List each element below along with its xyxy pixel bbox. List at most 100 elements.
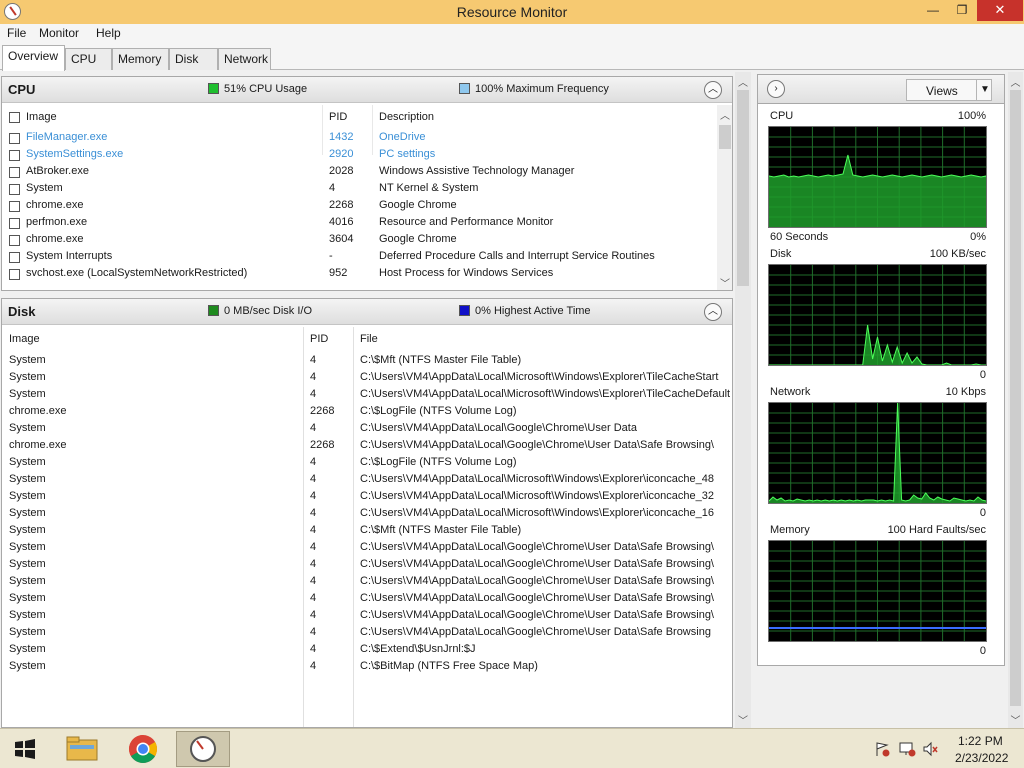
process-image[interactable]: System Interrupts <box>26 250 316 262</box>
disk-file[interactable]: C:\$Mft (NTFS Master File Table) <box>360 524 732 536</box>
tab-cpu[interactable]: CPU <box>65 48 112 70</box>
graph-scroll-down-icon[interactable]: ﹀ <box>1008 712 1023 727</box>
disk-panel-header[interactable]: Disk 0 MB/sec Disk I/O 0% Highest Active… <box>2 299 732 325</box>
disk-pid[interactable]: 4 <box>310 422 352 434</box>
disk-image[interactable]: System <box>9 626 299 638</box>
cpu-list-scrollbar[interactable]: ︿ ﹀ <box>717 105 732 290</box>
process-pid[interactable]: 952 <box>329 267 373 279</box>
process-image[interactable]: System <box>26 182 316 194</box>
process-pid[interactable]: 2920 <box>329 148 373 160</box>
disk-column-image[interactable]: Image <box>9 333 40 345</box>
disk-pid[interactable]: 4 <box>310 354 352 366</box>
tab-memory[interactable]: Memory <box>112 48 169 70</box>
menu-help[interactable]: Help <box>96 26 121 40</box>
process-description[interactable]: NT Kernel & System <box>379 182 709 194</box>
graph-pane-scrollbar[interactable]: ︿ ﹀ <box>1008 72 1023 728</box>
action-center-flag-icon[interactable] <box>874 741 890 757</box>
process-pid[interactable]: 4016 <box>329 216 373 228</box>
disk-file[interactable]: C:\Users\VM4\AppData\Local\Microsoft\Win… <box>360 490 732 502</box>
disk-column-pid[interactable]: PID <box>310 333 328 345</box>
disk-pid[interactable]: 2268 <box>310 439 352 451</box>
tab-network[interactable]: Network <box>218 48 271 70</box>
disk-file[interactable]: C:\Users\VM4\AppData\Local\Google\Chrome… <box>360 592 732 604</box>
graph-scroll-up-icon[interactable]: ︿ <box>1008 74 1023 89</box>
select-all-checkbox[interactable] <box>9 112 20 123</box>
disk-pid[interactable]: 4 <box>310 507 352 519</box>
disk-file[interactable]: C:\$LogFile (NTFS Volume Log) <box>360 456 732 468</box>
disk-pid[interactable]: 4 <box>310 626 352 638</box>
disk-pid[interactable]: 4 <box>310 609 352 621</box>
process-checkbox[interactable] <box>9 218 20 229</box>
process-description[interactable]: Resource and Performance Monitor <box>379 216 709 228</box>
process-description[interactable]: Deferred Procedure Calls and Interrupt S… <box>379 250 709 262</box>
cpu-column-description[interactable]: Description <box>379 111 434 123</box>
collapse-cpu-button[interactable]: ︿ <box>704 81 722 99</box>
main-scroll-up-icon[interactable]: ︿ <box>735 74 751 89</box>
process-checkbox[interactable] <box>9 269 20 280</box>
maximize-button[interactable]: ❐ <box>949 0 975 21</box>
close-button[interactable]: ✕ <box>977 0 1023 21</box>
process-image[interactable]: FileManager.exe <box>26 131 316 143</box>
disk-pid[interactable]: 4 <box>310 660 352 672</box>
disk-file[interactable]: C:\Users\VM4\AppData\Local\Google\Chrome… <box>360 609 732 621</box>
disk-image[interactable]: System <box>9 575 299 587</box>
process-description[interactable]: PC settings <box>379 148 709 160</box>
disk-image[interactable]: System <box>9 371 299 383</box>
process-pid[interactable]: 2268 <box>329 199 373 211</box>
disk-image[interactable]: System <box>9 609 299 621</box>
disk-image[interactable]: System <box>9 507 299 519</box>
cpu-scroll-thumb[interactable] <box>719 125 731 149</box>
disk-image[interactable]: System <box>9 388 299 400</box>
start-button[interactable] <box>4 731 46 767</box>
cpu-panel-header[interactable]: CPU 51% CPU Usage 100% Maximum Frequency… <box>2 77 732 103</box>
disk-pid[interactable]: 4 <box>310 643 352 655</box>
disk-file[interactable]: C:\Users\VM4\AppData\Local\Google\Chrome… <box>360 439 732 451</box>
process-image[interactable]: svchost.exe (LocalSystemNetworkRestricte… <box>26 267 316 279</box>
disk-image[interactable]: System <box>9 524 299 536</box>
disk-file[interactable]: C:\Users\VM4\AppData\Local\Microsoft\Win… <box>360 388 732 400</box>
disk-image[interactable]: System <box>9 592 299 604</box>
scroll-down-icon[interactable]: ﹀ <box>717 275 732 290</box>
file-explorer-taskbar-button[interactable] <box>56 731 110 767</box>
process-checkbox[interactable] <box>9 201 20 212</box>
main-scrollbar[interactable]: ︿ ﹀ <box>735 72 751 728</box>
scroll-up-icon[interactable]: ︿ <box>717 107 732 122</box>
disk-file[interactable]: C:\$Extend\$UsnJrnl:$J <box>360 643 732 655</box>
disk-file[interactable]: C:\Users\VM4\AppData\Local\Microsoft\Win… <box>360 371 732 383</box>
disk-image[interactable]: chrome.exe <box>9 439 299 451</box>
main-scroll-thumb[interactable] <box>737 90 749 286</box>
process-image[interactable]: chrome.exe <box>26 199 316 211</box>
process-pid[interactable]: 3604 <box>329 233 373 245</box>
disk-image[interactable]: System <box>9 558 299 570</box>
disk-file[interactable]: C:\$BitMap (NTFS Free Space Map) <box>360 660 732 672</box>
process-checkbox[interactable] <box>9 150 20 161</box>
disk-file[interactable]: C:\Users\VM4\AppData\Local\Microsoft\Win… <box>360 473 732 485</box>
views-dropdown[interactable]: Views ▼ <box>906 79 992 101</box>
disk-file[interactable]: C:\$LogFile (NTFS Volume Log) <box>360 405 732 417</box>
process-pid[interactable]: 2028 <box>329 165 373 177</box>
process-image[interactable]: chrome.exe <box>26 233 316 245</box>
graph-scroll-thumb[interactable] <box>1010 90 1021 706</box>
cpu-column-image[interactable]: Image <box>26 111 57 123</box>
menu-file[interactable]: File <box>7 26 26 40</box>
disk-file[interactable]: C:\$Mft (NTFS Master File Table) <box>360 354 732 366</box>
tab-overview[interactable]: Overview <box>2 45 65 71</box>
process-image[interactable]: perfmon.exe <box>26 216 316 228</box>
disk-pid[interactable]: 2268 <box>310 405 352 417</box>
disk-pid[interactable]: 4 <box>310 388 352 400</box>
disk-file[interactable]: C:\Users\VM4\AppData\Local\Microsoft\Win… <box>360 507 732 519</box>
process-description[interactable]: Windows Assistive Technology Manager <box>379 165 709 177</box>
disk-image[interactable]: System <box>9 541 299 553</box>
disk-image[interactable]: chrome.exe <box>9 405 299 417</box>
disk-file[interactable]: C:\Users\VM4\AppData\Local\Google\Chrome… <box>360 575 732 587</box>
resource-monitor-taskbar-button[interactable] <box>176 731 230 767</box>
volume-muted-icon[interactable] <box>922 741 940 757</box>
disk-file[interactable]: C:\Users\VM4\AppData\Local\Google\Chrome… <box>360 541 732 553</box>
clock-date[interactable]: 2/23/2022 <box>955 751 1008 765</box>
disk-image[interactable]: System <box>9 490 299 502</box>
disk-image[interactable]: System <box>9 422 299 434</box>
disk-pid[interactable]: 4 <box>310 456 352 468</box>
disk-pid[interactable]: 4 <box>310 524 352 536</box>
process-description[interactable]: Google Chrome <box>379 199 709 211</box>
disk-file[interactable]: C:\Users\VM4\AppData\Local\Google\Chrome… <box>360 626 732 638</box>
